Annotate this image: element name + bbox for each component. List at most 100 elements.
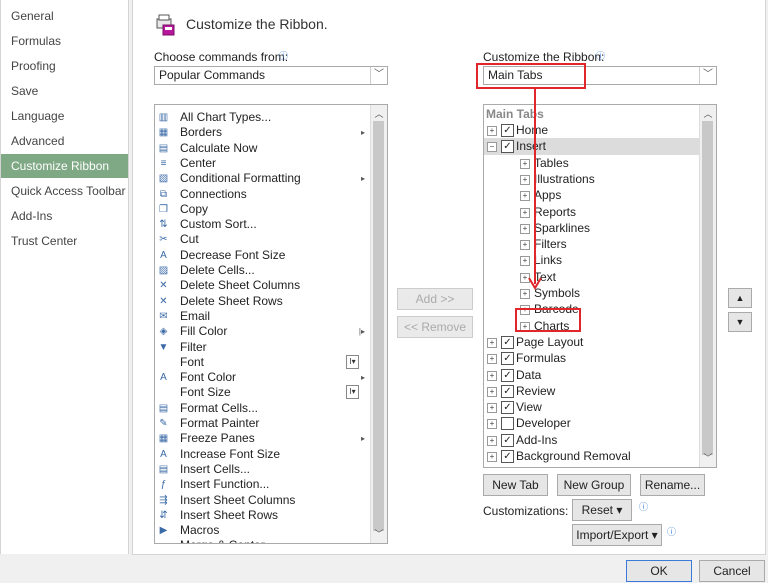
command-item[interactable]: A Decrease Font Size (155, 248, 371, 263)
command-item[interactable]: ⧉ Connections (155, 187, 371, 202)
command-item[interactable]: ✕ Delete Sheet Columns (155, 278, 371, 293)
nav-item-formulas[interactable]: Formulas (1, 29, 128, 53)
scroll-thumb[interactable] (373, 121, 384, 531)
command-item[interactable]: ▧ Conditional Formatting ▸ (155, 171, 371, 186)
commands-list[interactable]: ︿ ﹀ ▥ All Chart Types... ▦ Borders ▸ ▤ Calcula… (154, 104, 388, 544)
rename-button[interactable]: Rename... (640, 474, 705, 496)
command-item[interactable]: Font Size I▾ (155, 385, 371, 400)
command-item[interactable]: A Increase Font Size (155, 447, 371, 462)
checkbox[interactable]: ✓ (501, 401, 514, 415)
command-item[interactable]: ⇔ Merge & Center (155, 538, 371, 543)
checkbox[interactable] (501, 417, 514, 431)
command-item[interactable]: ❐ Copy (155, 202, 371, 217)
ribbon-tree[interactable]: Main Tabs ︿ ﹀ + ✓ Home − ✓ Insert + Tables + Illu… (483, 104, 717, 468)
tree-item-review[interactable]: + ✓ Review (484, 383, 700, 400)
checkbox[interactable]: ✓ (501, 124, 514, 137)
command-item[interactable]: ✉ Email (155, 309, 371, 324)
command-item[interactable]: A Font Color ▸ (155, 370, 371, 385)
tree-item-illustrations[interactable]: + Illustrations (484, 171, 700, 188)
tree-item-view[interactable]: + ✓ View (484, 399, 700, 416)
choose-commands-dropdown[interactable]: Popular Commands ﹀ (154, 66, 388, 85)
checkbox[interactable]: ✓ (501, 450, 514, 463)
nav-item-add-ins[interactable]: Add-Ins (1, 204, 128, 228)
tree-item-symbols[interactable]: + Symbols (484, 285, 700, 302)
tree-item-links[interactable]: + Links (484, 252, 700, 269)
checkbox[interactable]: ✓ (501, 352, 514, 366)
command-item[interactable]: ▥ All Chart Types... (155, 110, 371, 125)
command-item[interactable]: ⇅ Custom Sort... (155, 217, 371, 232)
nav-item-save[interactable]: Save (1, 79, 128, 103)
checkbox[interactable]: ✓ (501, 433, 514, 447)
command-item[interactable]: ✕ Delete Sheet Rows (155, 294, 371, 309)
command-item[interactable]: ƒ Insert Function... (155, 477, 371, 492)
tree-item-data[interactable]: + ✓ Data (484, 367, 700, 384)
expand-icon[interactable]: + (487, 419, 497, 430)
command-item[interactable]: Font I▾ (155, 354, 371, 370)
expand-icon[interactable]: + (487, 354, 497, 365)
tree-item-background-removal[interactable]: + ✓ Background Removal (484, 448, 700, 465)
scroll-up-icon[interactable]: ︿ (371, 107, 387, 121)
tree-item-text[interactable]: + Text (484, 269, 700, 286)
command-item[interactable]: ▤ Insert Cells... (155, 462, 371, 477)
collapse-icon[interactable]: − (487, 142, 497, 153)
tree-item-filters[interactable]: + Filters (484, 236, 700, 253)
nav-item-proofing[interactable]: Proofing (1, 54, 128, 78)
tree-item-developer[interactable]: + Developer (484, 415, 700, 432)
command-item[interactable]: ▶ Macros (155, 523, 371, 538)
expand-icon[interactable]: + (487, 403, 497, 414)
commands-scrollbar[interactable]: ︿ ﹀ (370, 105, 387, 543)
expand-icon[interactable]: + (487, 452, 497, 462)
expand-icon[interactable]: + (487, 386, 497, 397)
nav-item-general[interactable]: General (1, 4, 128, 28)
nav-item-language[interactable]: Language (1, 104, 128, 128)
import-export-button[interactable]: Import/Export ▾ (572, 524, 662, 546)
scroll-thumb[interactable] (702, 121, 713, 455)
tree-item-reports[interactable]: + Reports (484, 204, 700, 221)
command-item[interactable]: ▼ Filter (155, 340, 371, 355)
expand-icon[interactable]: + (487, 370, 497, 381)
new-group-button[interactable]: New Group (557, 474, 631, 496)
checkbox[interactable]: ✓ (501, 384, 514, 398)
command-item[interactable]: ✎ Format Painter (155, 416, 371, 431)
tree-item-sparklines[interactable]: + Sparklines (484, 220, 700, 237)
move-up-button[interactable]: ▲ (728, 288, 752, 308)
add-button[interactable]: Add >> (397, 288, 473, 310)
remove-button[interactable]: << Remove (397, 316, 473, 338)
tree-item-formulas[interactable]: + ✓ Formulas (484, 350, 700, 367)
command-item[interactable]: ✂ Cut (155, 232, 371, 247)
command-item[interactable]: ▤ Calculate Now (155, 141, 371, 156)
command-item[interactable]: ▨ Delete Cells... (155, 263, 371, 278)
scroll-up-icon[interactable]: ︿ (700, 107, 716, 121)
expand-icon[interactable]: + (487, 435, 497, 446)
tree-item-add-ins[interactable]: + ✓ Add-Ins (484, 432, 700, 449)
command-item[interactable]: ⇵ Insert Sheet Rows (155, 508, 371, 523)
tree-item-page-layout[interactable]: + ✓ Page Layout (484, 334, 700, 351)
tree-item-home[interactable]: + ✓ Home (484, 122, 700, 139)
command-item[interactable]: ▦ Borders ▸ (155, 125, 371, 140)
scroll-down-icon[interactable]: ﹀ (371, 527, 387, 541)
command-item[interactable]: ≡ Center (155, 156, 371, 171)
command-item[interactable]: ▤ Format Cells... (155, 401, 371, 416)
chevron-down-icon[interactable]: ﹀ (370, 67, 387, 84)
nav-item-customize-ribbon[interactable]: Customize Ribbon (1, 154, 128, 178)
nav-item-advanced[interactable]: Advanced (1, 129, 128, 153)
cancel-button[interactable]: Cancel (699, 560, 765, 582)
ok-button[interactable]: OK (626, 560, 692, 582)
command-item[interactable]: ⇶ Insert Sheet Columns (155, 493, 371, 508)
chevron-down-icon[interactable]: ﹀ (699, 67, 716, 84)
expand-icon[interactable]: + (487, 126, 497, 136)
command-item[interactable]: ◈ Fill Color |▸ (155, 324, 371, 339)
checkbox[interactable]: ✓ (501, 335, 514, 349)
tree-item-tables[interactable]: + Tables (484, 155, 700, 172)
command-item[interactable]: ▦ Freeze Panes ▸ (155, 431, 371, 446)
expand-icon[interactable]: + (487, 337, 497, 348)
reset-button[interactable]: Reset ▾ (572, 499, 632, 521)
checkbox[interactable]: ✓ (501, 368, 514, 382)
nav-item-trust-center[interactable]: Trust Center (1, 229, 128, 253)
checkbox[interactable]: ✓ (501, 140, 514, 154)
scroll-down-icon[interactable]: ﹀ (700, 451, 716, 465)
tree-item-insert[interactable]: − ✓ Insert (484, 138, 700, 156)
tree-scrollbar[interactable]: ︿ ﹀ (699, 105, 716, 467)
new-tab-button[interactable]: New Tab (483, 474, 548, 496)
tree-item-apps[interactable]: + Apps (484, 187, 700, 204)
